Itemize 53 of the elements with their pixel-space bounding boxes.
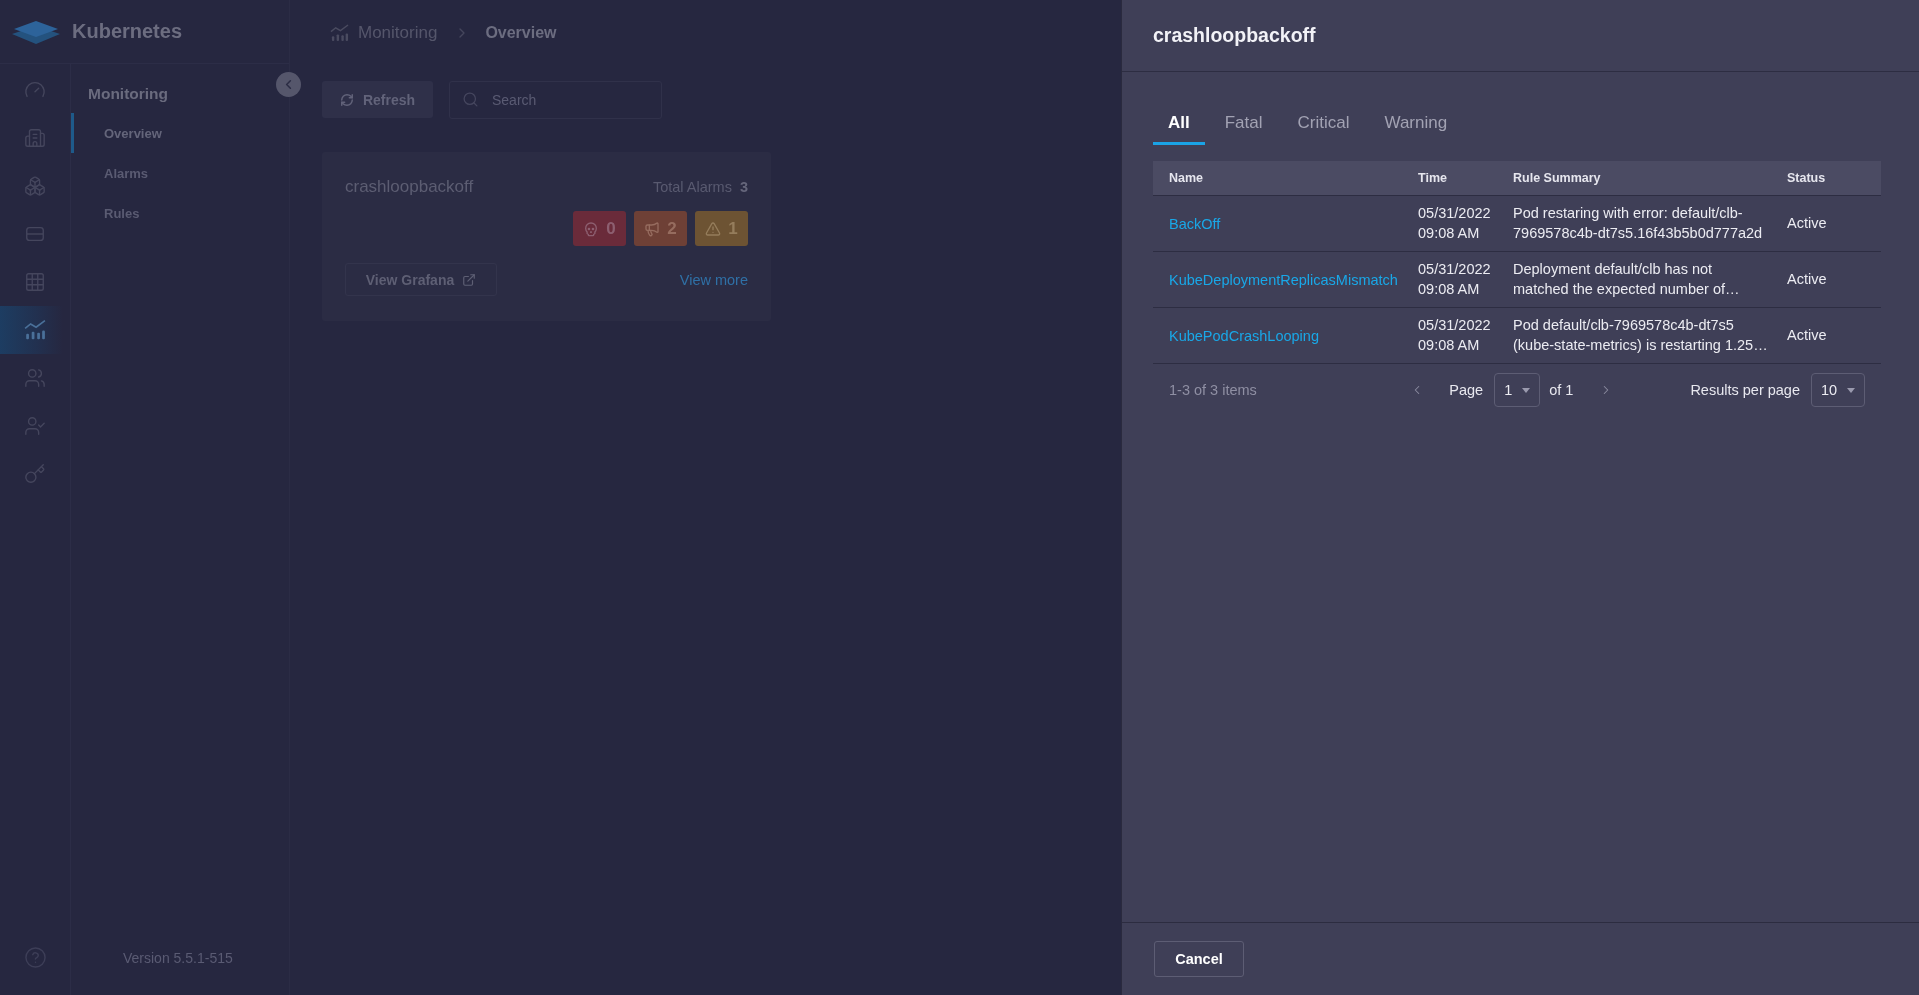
caret-icon <box>1847 387 1855 393</box>
users-icon <box>24 367 46 389</box>
column-header: Time <box>1417 171 1448 185</box>
cancel-button[interactable]: Cancel <box>1154 941 1244 977</box>
table-cell-text: Active <box>1786 213 1828 233</box>
table-cell-text: Pod default/clb-7969578c4b-dt7s5 (kube-state-metrics) is restarting 1.25… <box>1512 316 1769 355</box>
tab[interactable]: Warning <box>1369 105 1463 145</box>
refresh-icon <box>339 92 354 107</box>
building-icon <box>24 127 46 149</box>
tab[interactable]: Critical <box>1282 105 1365 145</box>
total-alarms-count: 3 <box>739 179 748 195</box>
sidebar-item[interactable]: Overview <box>71 113 289 153</box>
page-count: of 1 <box>1549 382 1574 398</box>
search-icon <box>462 91 479 108</box>
table-cell-text: 05/31/2022 09:08 AM <box>1417 260 1492 299</box>
tab[interactable]: All <box>1153 105 1205 145</box>
warning-icon <box>705 220 722 237</box>
logo-icon <box>12 19 60 44</box>
breadcrumb-current: Overview <box>485 24 557 42</box>
table-cell-text: Active <box>1786 325 1828 345</box>
external-link-icon <box>462 272 477 287</box>
tab[interactable]: Fatal <box>1209 105 1278 145</box>
app-title: Kubernetes <box>72 20 183 43</box>
pagination-range: 1-3 of 3 items <box>1169 382 1258 398</box>
page-label: Page <box>1449 382 1484 398</box>
caret-icon <box>1522 387 1531 393</box>
user-check-icon <box>24 415 46 437</box>
alarm-name-link[interactable]: KubeDeploymentReplicasMismatch <box>1169 271 1398 288</box>
sidebar-title: Monitoring <box>87 84 170 104</box>
drawer-title: crashloopbackoff <box>1153 24 1316 47</box>
table-cell-text: Pod restaring with error: default/clb-7969578c4b-dt7s5.16f43b5b0d777a2d <box>1512 204 1764 243</box>
column-header: Rule Summary <box>1512 171 1602 185</box>
column-header: Status <box>1786 171 1827 185</box>
chart-icon <box>330 24 349 42</box>
grid-icon <box>24 271 46 293</box>
table-cell-text: Active <box>1786 269 1828 289</box>
column-header: Name <box>1168 171 1205 185</box>
view-more-link[interactable]: View more <box>679 271 748 288</box>
collapse-button[interactable] <box>276 72 301 97</box>
key-icon <box>24 463 46 485</box>
alarm-name-link[interactable]: KubePodCrashLooping <box>1169 327 1319 344</box>
alarm-name-link[interactable]: BackOff <box>1169 215 1221 232</box>
table-cell-text: 05/31/2022 09:08 AM <box>1417 316 1492 355</box>
table-cell-text: Deployment default/clb has not matched the expected number of… <box>1512 260 1741 299</box>
megaphone-icon <box>644 220 661 237</box>
page-select[interactable]: 1 <box>1494 373 1541 407</box>
per-page-select[interactable]: 10 <box>1811 373 1865 407</box>
boxes-icon <box>24 175 46 197</box>
results-per-page-label: Results per page <box>1690 382 1800 398</box>
table-cell-text: 05/31/2022 09:08 AM <box>1417 204 1492 243</box>
chart-icon <box>24 319 46 341</box>
skull-icon <box>583 220 600 237</box>
help-icon[interactable] <box>24 947 46 968</box>
